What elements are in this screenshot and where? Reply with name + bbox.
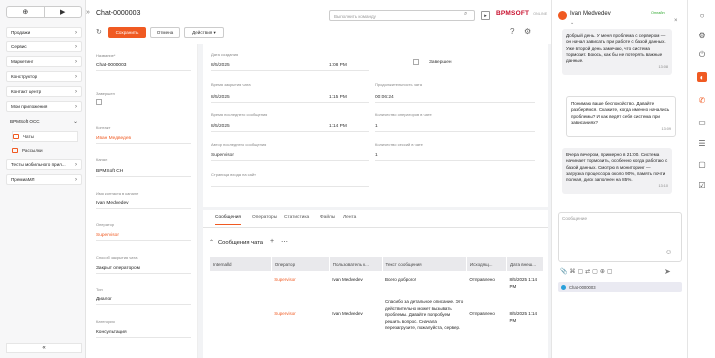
attachment-toolbar[interactable]: 📎⌘▢⇄▢⊕▢ bbox=[560, 268, 615, 275]
nav-item-contact-center[interactable]: Контакт центр › bbox=[6, 86, 82, 97]
chat-message-incoming: Вчера вечером, примерно в 21:00. Система… bbox=[562, 148, 672, 194]
name-field[interactable]: Chat-0000003 bbox=[96, 63, 191, 71]
nav-item-service[interactable]: Сервис › bbox=[6, 41, 82, 52]
save-button[interactable]: Сохранить bbox=[108, 27, 146, 38]
nav-item-constructor[interactable]: Конструктор › bbox=[6, 71, 82, 82]
add-icon[interactable]: + bbox=[270, 238, 274, 245]
search-icon[interactable]: ⌕ bbox=[464, 11, 467, 18]
status-badge: Онлайн bbox=[651, 11, 665, 15]
chevron-right-icon: › bbox=[75, 176, 77, 183]
sidebar-top-buttons: ⊕ ▶ bbox=[6, 6, 82, 18]
settings-icon[interactable]: ⚙ bbox=[524, 27, 531, 36]
right-toolbar: ○ ⚙ ⏻ ◐ ✆ ▭ ☰ ▢ ☑ bbox=[687, 0, 715, 358]
type-field[interactable]: Диалог bbox=[96, 297, 191, 305]
chat-info-panel: Дата создания 8/5/2025 1:08 PM Завершен … bbox=[203, 44, 548, 207]
tab-operators[interactable]: Операторы bbox=[252, 215, 277, 220]
tab-statistics[interactable]: Статистика bbox=[284, 215, 309, 220]
nav-item-marketing[interactable]: Маркетинг › bbox=[6, 56, 82, 67]
task-icon[interactable]: ☑ bbox=[697, 180, 707, 190]
nav-item-sales[interactable]: Продажи › bbox=[6, 27, 82, 38]
table-row[interactable]: Supervisor Ivan Medvedev Всего доброго! … bbox=[210, 271, 544, 293]
chevron-right-icon: › bbox=[75, 88, 77, 95]
contact-name-field[interactable]: Ivan Medvedev bbox=[96, 201, 191, 209]
play-icon[interactable]: ▶ bbox=[45, 7, 82, 17]
bpmsoft-logo: BPMSOFT ONLINE bbox=[496, 10, 548, 17]
command-search-input[interactable]: Выполнить команду bbox=[329, 10, 475, 21]
created-time-field[interactable]: 1:08 PM bbox=[329, 63, 369, 71]
help-icon[interactable]: ? bbox=[510, 27, 514, 36]
mail-icon bbox=[12, 148, 18, 153]
created-date-field[interactable]: 8/5/2025 bbox=[211, 63, 331, 71]
add-icon[interactable]: ⊕ bbox=[7, 7, 45, 17]
telegram-icon bbox=[561, 284, 566, 290]
chat-message-incoming: Добрый день. У меня проблема с сервером … bbox=[562, 29, 672, 75]
message-icon[interactable]: ▢ bbox=[697, 159, 707, 169]
tab-files[interactable]: Файлы bbox=[320, 215, 335, 220]
page-header: » Chat-0000003 Выполнить команду ⌕ ▸ BPM… bbox=[86, 0, 551, 44]
refresh-icon[interactable]: ↻ bbox=[96, 28, 102, 36]
emoji-icon[interactable]: ☺ bbox=[665, 249, 672, 256]
channel-field[interactable]: BPMSoft CH bbox=[96, 169, 191, 177]
chevron-down-icon: ⌄ bbox=[72, 119, 78, 125]
comment-icon[interactable]: ○ bbox=[697, 10, 707, 20]
double-chevron-left-icon: « bbox=[42, 345, 46, 351]
tab-messages[interactable]: Сообщения bbox=[215, 215, 242, 225]
page-title: Chat-0000003 bbox=[96, 10, 141, 17]
cancel-button[interactable]: Отмена bbox=[150, 27, 180, 38]
terminal-icon[interactable]: ▸ bbox=[481, 11, 490, 20]
chat-panel: Ivan Medvedev Онлайн ⌄ × Добрый день. У … bbox=[551, 0, 687, 358]
sub-item-mailings[interactable]: Рассылки bbox=[12, 145, 78, 156]
collapse-sidebar-button[interactable]: « bbox=[6, 343, 82, 353]
entry-page-field[interactable] bbox=[211, 186, 369, 187]
operator-field[interactable]: Supervisor bbox=[96, 233, 191, 241]
chat-link[interactable]: Chat-0000003 bbox=[558, 282, 682, 292]
chevron-right-icon: › bbox=[75, 103, 77, 110]
nav-item-mobile-tests[interactable]: Тесты мобильного прил... › bbox=[6, 159, 82, 170]
chevron-down-icon[interactable]: ⌄ bbox=[570, 20, 574, 26]
mail-icon[interactable]: ▭ bbox=[697, 117, 707, 127]
settings-icon[interactable]: ⚙ bbox=[697, 30, 707, 40]
power-icon[interactable]: ⏻ bbox=[697, 50, 707, 60]
chevron-up-icon[interactable]: ⌃ bbox=[209, 239, 214, 246]
table-row[interactable]: Supervisor Ivan Medvedev Спасибо за дета… bbox=[210, 293, 544, 333]
chevron-right-icon: › bbox=[75, 73, 77, 80]
call-icon[interactable]: ✆ bbox=[697, 95, 707, 105]
finished-checkbox[interactable] bbox=[96, 99, 102, 105]
nav-item-occ[interactable]: BPMSoft OCC ⌄ bbox=[6, 116, 82, 127]
sub-item-chats[interactable]: Чаты bbox=[12, 131, 78, 142]
actions-button[interactable]: Действия ▾ bbox=[184, 27, 224, 38]
list-icon[interactable]: ☰ bbox=[697, 138, 707, 148]
avatar bbox=[558, 11, 567, 20]
section-title: Сообщения чата bbox=[218, 240, 264, 246]
chevron-right-icon: › bbox=[75, 161, 77, 168]
sidebar: ⊕ ▶ Продажи › Сервис › Маркетинг › Конструк… bbox=[0, 0, 86, 358]
finished-info-checkbox[interactable] bbox=[413, 59, 419, 65]
chat-icon[interactable]: ◐ bbox=[697, 72, 707, 82]
chat-message-outgoing: Понимаю ваше беспокойство. Давайте разбе… bbox=[566, 96, 676, 138]
message-input[interactable]: Сообщение bbox=[558, 212, 682, 262]
close-method-field[interactable]: Закрыт оператором bbox=[96, 266, 191, 274]
chevron-right-icon: › bbox=[75, 58, 77, 65]
more-icon[interactable]: ⋯ bbox=[281, 238, 288, 246]
close-icon[interactable]: × bbox=[674, 18, 678, 24]
send-icon[interactable]: ➤ bbox=[664, 267, 671, 276]
messages-table: Internalld Оператор Пользователь к... Те… bbox=[210, 257, 544, 333]
chat-contact-name[interactable]: Ivan Medvedev bbox=[570, 11, 611, 17]
chevron-right-icon: › bbox=[75, 43, 77, 50]
expand-icon[interactable]: » bbox=[86, 9, 90, 16]
chat-icon bbox=[13, 134, 19, 139]
category-field[interactable]: Консультация bbox=[96, 330, 191, 338]
tab-feed[interactable]: Лента bbox=[343, 215, 356, 220]
nav-item-premiaml[interactable]: ПремиаМЛ › bbox=[6, 174, 82, 185]
chevron-right-icon: › bbox=[75, 29, 77, 36]
contact-field[interactable]: Иван Медведев bbox=[96, 136, 191, 144]
nav-item-my-apps[interactable]: Мои приложения › bbox=[6, 101, 82, 112]
record-fields: Название* Chat-0000003 Завершен Контакт … bbox=[86, 44, 198, 358]
detail-tabs: Сообщения Операторы Статистика Файлы Лен… bbox=[203, 210, 548, 358]
